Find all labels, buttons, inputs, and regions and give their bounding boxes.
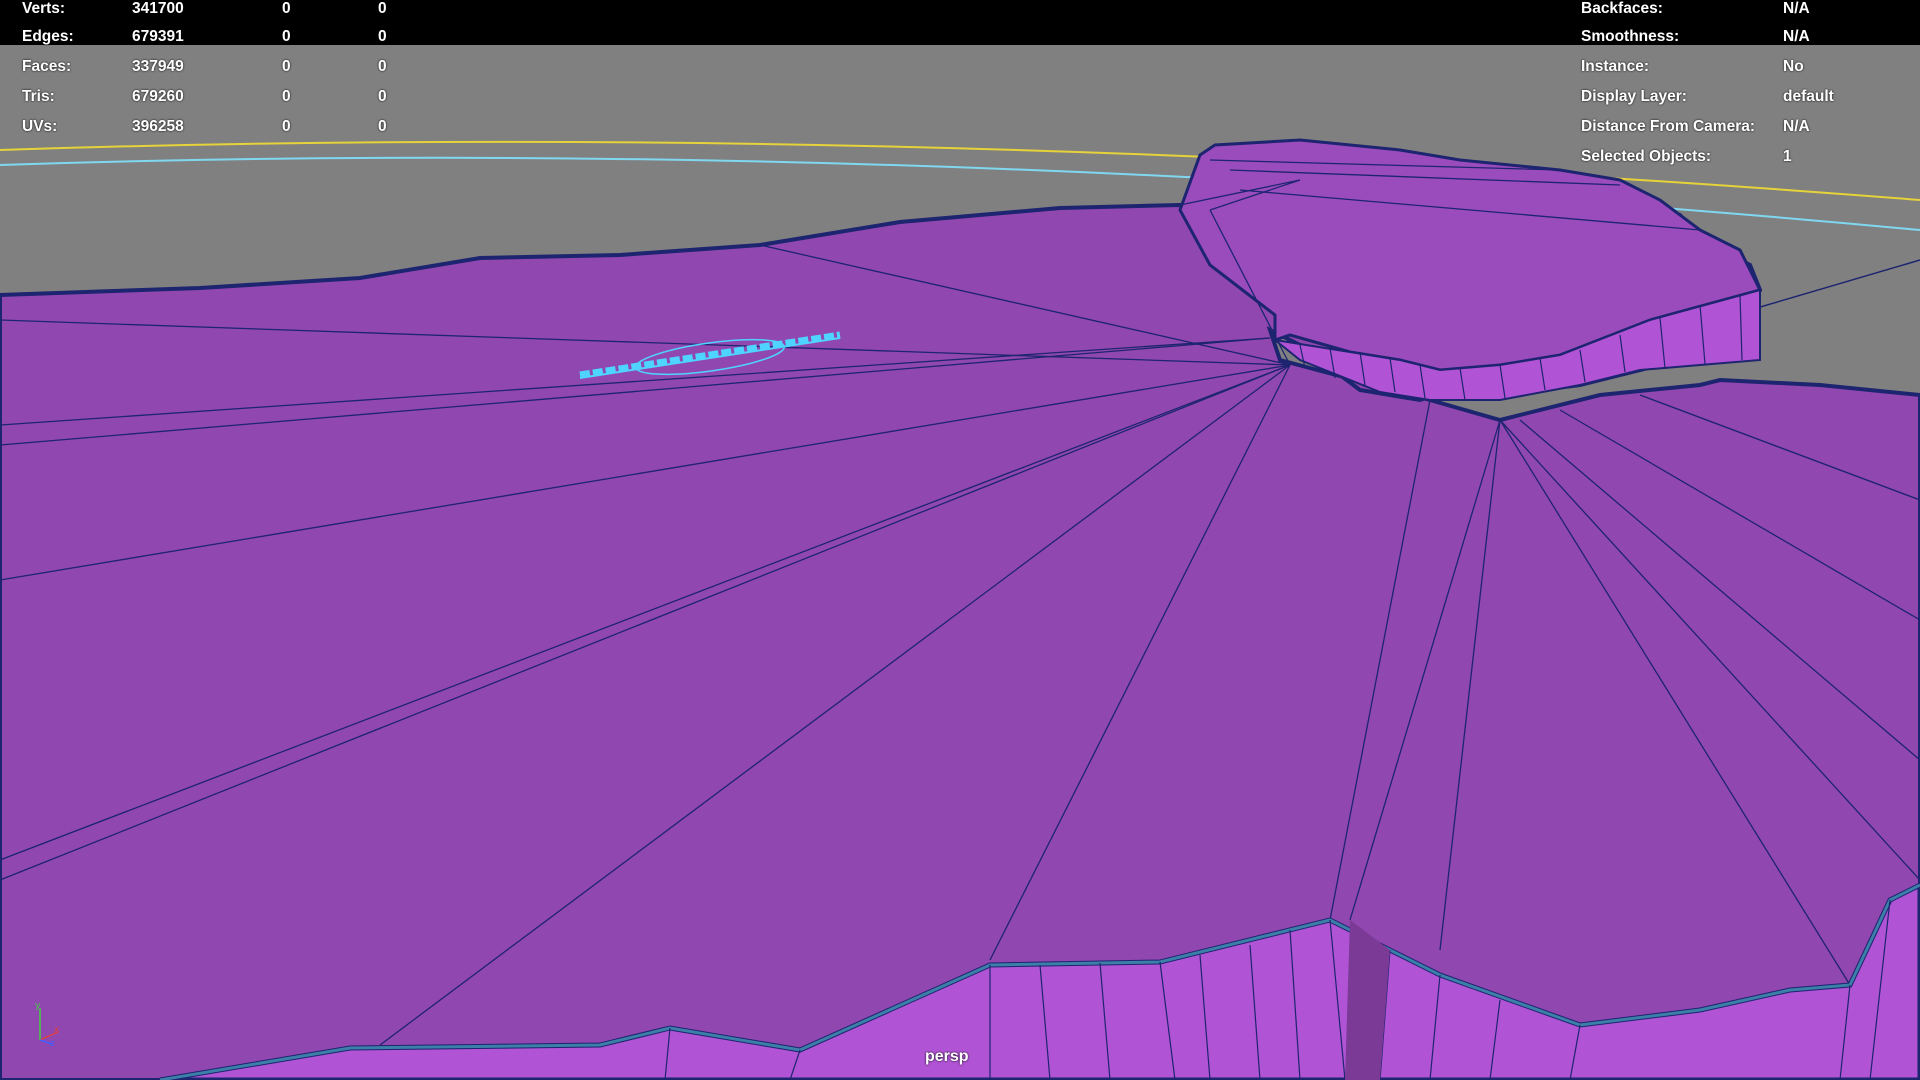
- backfaces-label: Backfaces:: [1581, 0, 1663, 17]
- tris-total: 679260: [132, 88, 184, 105]
- smoothness-value: N/A: [1783, 28, 1810, 45]
- uvs-selected: 0: [282, 118, 291, 135]
- edges-total: 679391: [132, 28, 184, 45]
- instance-value: No: [1783, 58, 1804, 75]
- verts-selected: 0: [282, 0, 291, 17]
- axis-z-label: z: [50, 1039, 55, 1049]
- display-layer-label: Display Layer:: [1581, 88, 1687, 105]
- verts-label: Verts:: [22, 0, 66, 17]
- distance-from-camera-label: Distance From Camera:: [1581, 118, 1756, 135]
- far-edge-line: [1749, 259, 1920, 311]
- faces-label: Faces:: [22, 58, 72, 75]
- tris-selected-2: 0: [378, 88, 387, 105]
- edges-selected-2: 0: [378, 28, 387, 45]
- faces-total: 337949: [132, 58, 184, 75]
- tris-selected: 0: [282, 88, 291, 105]
- verts-selected-2: 0: [378, 0, 387, 17]
- axis-x-label: x: [54, 1025, 60, 1035]
- edges-label: Edges:: [22, 28, 74, 45]
- selected-objects-value: 1: [1783, 148, 1792, 165]
- perspective-viewport[interactable]: Verts: 341700 0 0 Edges: 679391 0 0 Face…: [0, 0, 1920, 1080]
- verts-total: 341700: [132, 0, 184, 17]
- axis-gizmo-icon: y x z: [35, 1001, 60, 1049]
- uvs-total: 396258: [132, 118, 184, 135]
- selected-objects-label: Selected Objects:: [1581, 148, 1712, 165]
- uvs-selected-2: 0: [378, 118, 387, 135]
- edges-selected: 0: [282, 28, 291, 45]
- instance-label: Instance:: [1581, 58, 1650, 75]
- axis-y-label: y: [35, 1001, 41, 1011]
- display-layer-value: default: [1783, 88, 1834, 105]
- smoothness-label: Smoothness:: [1581, 28, 1680, 45]
- backfaces-value: N/A: [1783, 0, 1810, 17]
- tris-label: Tris:: [22, 88, 55, 105]
- faces-selected: 0: [282, 58, 291, 75]
- uvs-label: UVs:: [22, 118, 58, 135]
- distance-from-camera-value: N/A: [1783, 118, 1810, 135]
- faces-selected-2: 0: [378, 58, 387, 75]
- camera-view-label: persp: [925, 1048, 969, 1065]
